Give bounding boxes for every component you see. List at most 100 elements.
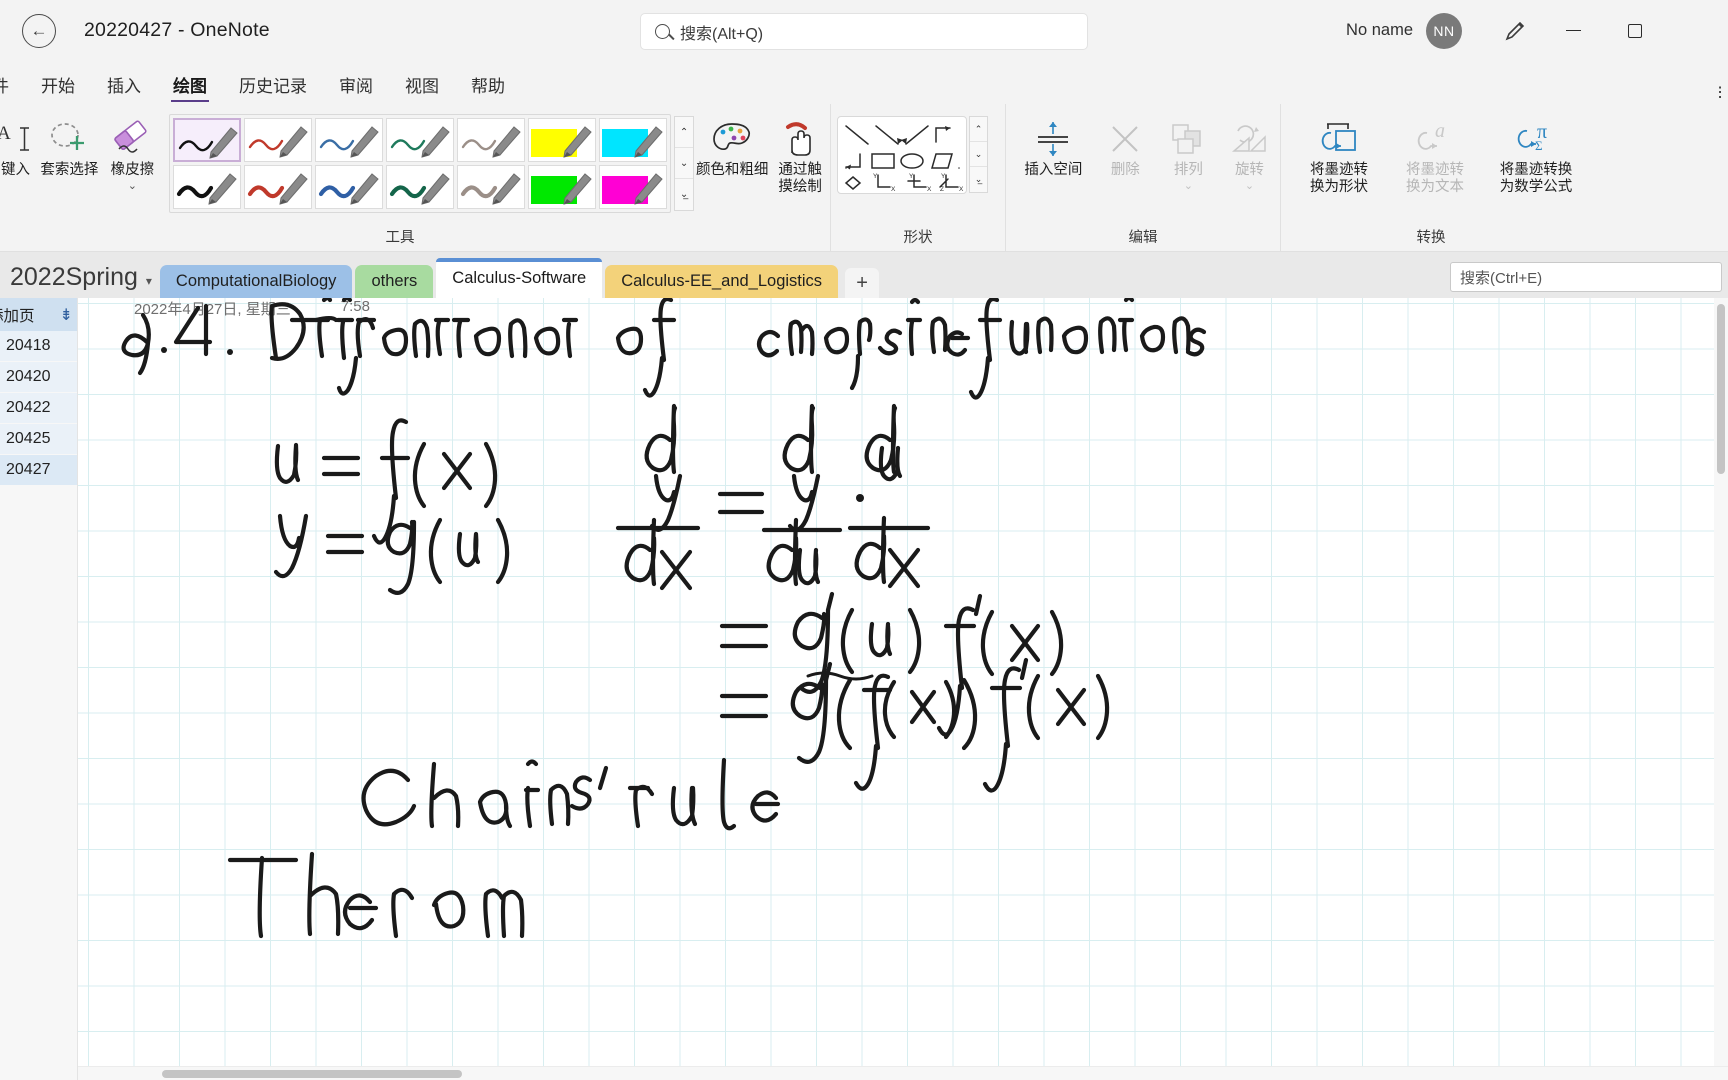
page-item-20427[interactable]: 20427: [0, 455, 77, 486]
eraser-button[interactable]: 橡皮擦 ⌄: [102, 108, 163, 192]
tab-history[interactable]: 历史记录: [223, 64, 323, 104]
touch-hand-icon: [777, 116, 823, 162]
highlighter-green[interactable]: [528, 165, 597, 209]
handwritten-ink: [121, 298, 1207, 939]
back-arrow-icon[interactable]: ←: [22, 13, 56, 48]
ribbon-group-edit: 插入空间 删除 排列 ⌄ 旋转 ⌄ 编辑: [1005, 104, 1280, 251]
rotate-button: 旋转 ⌄: [1219, 108, 1280, 192]
tab-help[interactable]: 帮助: [455, 64, 521, 104]
ink-to-text-icon: a: [1411, 116, 1459, 162]
search-icon: [655, 24, 670, 39]
section-search-input[interactable]: 搜索(Ctrl+E): [1450, 262, 1722, 292]
note-canvas[interactable]: 2022年4月27日, 星期三 7:58: [78, 298, 1728, 1080]
pen-black-thin[interactable]: [173, 118, 242, 162]
eraser-chevron-down-icon[interactable]: ⌄: [128, 180, 137, 193]
highlighter-yellow[interactable]: [528, 118, 597, 162]
pen-red-thin[interactable]: [244, 118, 313, 162]
pen-green-thick[interactable]: [386, 165, 455, 209]
lasso-select-label: 套索选择: [40, 162, 99, 178]
section-tab-computationalbiology[interactable]: ComputationalBiology: [159, 265, 353, 298]
pen-black-thick[interactable]: [173, 165, 242, 209]
page-item-20420[interactable]: 20420: [0, 362, 77, 393]
highlighter-magenta[interactable]: [599, 165, 668, 209]
page-item-20425[interactable]: 20425: [0, 424, 77, 455]
page-item-20422[interactable]: 20422: [0, 393, 77, 424]
ink-to-math-icon: π Σ: [1511, 116, 1561, 162]
pen-gray-thick[interactable]: [457, 165, 526, 209]
lasso-select-button[interactable]: 套索选择: [37, 108, 102, 179]
horizontal-scroll-thumb[interactable]: [162, 1070, 462, 1078]
maximize-button[interactable]: [1604, 0, 1666, 62]
pen-gallery-more-icon[interactable]: ⌄̲: [675, 179, 693, 210]
shapes-gallery-scrollbar[interactable]: ⌃ ⌄ ⌄̲: [969, 116, 988, 193]
group-label-tools: 工具: [385, 230, 415, 246]
title-bar-right: No name NN: [1346, 0, 1728, 61]
arrange-chevron-down-icon: ⌄: [1183, 179, 1193, 192]
tab-draw[interactable]: 绘图: [157, 64, 223, 104]
global-search-box[interactable]: 搜索(Alt+Q): [640, 13, 1088, 50]
pen-scroll-down-icon[interactable]: ⌄: [675, 148, 694, 179]
ink-to-math-button[interactable]: π Σ 将墨迹转换 为数学公式: [1483, 108, 1589, 195]
pen-blue-thin[interactable]: [315, 118, 384, 162]
pen-gray-thin[interactable]: [457, 118, 526, 162]
document-title: 20220427 - OneNote: [84, 19, 270, 41]
add-page-button[interactable]: 添加页 ⇟: [0, 298, 77, 331]
lasso-select-icon: [46, 116, 92, 162]
section-search-placeholder: 搜索(Ctrl+E): [1460, 269, 1543, 287]
pen-icon[interactable]: [1488, 18, 1542, 44]
pen-green-thin[interactable]: [386, 118, 455, 162]
pen-red-thick[interactable]: [244, 165, 313, 209]
delete-button: 删除: [1093, 108, 1158, 179]
page-list: 添加页 ⇟ 20418 20420 20422 20425 20427: [0, 298, 78, 1080]
horizontal-scrollbar[interactable]: [78, 1066, 1728, 1080]
text-cursor-icon: A: [0, 116, 36, 162]
shapes-scroll-up-icon[interactable]: ⌃: [970, 117, 987, 142]
insert-space-button[interactable]: 插入空间: [1014, 108, 1093, 179]
draw-with-touch-label-2: 摸绘制: [778, 178, 822, 195]
close-button[interactable]: [1666, 0, 1728, 62]
shapes-scroll-down-icon[interactable]: ⌄: [970, 142, 987, 167]
ink-to-shape-button[interactable]: 将墨迹转 换为形状: [1291, 108, 1387, 195]
draw-with-touch-button[interactable]: 通过触 摸绘制: [770, 108, 830, 195]
vertical-scrollbar[interactable]: [1714, 298, 1728, 1080]
add-section-button[interactable]: +: [845, 268, 880, 298]
ink-to-text-button: a 将墨迹转 换为文本: [1387, 108, 1483, 195]
insert-space-icon: [1031, 116, 1075, 162]
type-button[interactable]: A 键入: [0, 108, 37, 179]
delete-label: 删除: [1110, 162, 1140, 178]
tab-review[interactable]: 审阅: [323, 64, 389, 104]
ribbon-overflow-icon[interactable]: ⫶: [1718, 84, 1728, 104]
pen-blue-thick[interactable]: [315, 165, 384, 209]
svg-text:A: A: [0, 123, 11, 144]
ink-to-text-label-1: 将墨迹转: [1406, 162, 1464, 178]
vertical-scroll-thumb[interactable]: [1717, 304, 1725, 474]
svg-text:X: X: [927, 186, 932, 192]
page-item-20418[interactable]: 20418: [0, 331, 77, 362]
section-tab-calculus-software[interactable]: Calculus-Software: [436, 258, 603, 298]
ribbon-group-convert: 将墨迹转 换为形状 a 将墨迹转 换为文本 π Σ 将墨迹转换 为数学公式 转换: [1280, 104, 1728, 251]
tab-insert[interactable]: 插入: [91, 64, 157, 104]
color-and-thickness-label: 颜色和粗细: [695, 162, 769, 178]
shapes-gallery[interactable]: Y X Y X Y X Z: [837, 116, 967, 194]
pen-gallery-scrollbar[interactable]: ⌃ ⌄ ⌄̲: [674, 116, 695, 211]
ribbon: A 键入 套索选择 橡皮擦 ⌄ ⌃ ⌄ ⌄̲ 颜色和粗细 通过触 摸绘制 工具 …: [0, 104, 1728, 252]
notebook-selector[interactable]: 2022Spring ▾: [0, 263, 160, 298]
pen-scroll-up-icon[interactable]: ⌃: [675, 117, 694, 148]
color-and-thickness-button[interactable]: 颜色和粗细: [694, 108, 770, 179]
ink-to-shape-label-2: 换为形状: [1310, 178, 1368, 195]
tab-home[interactable]: 开始: [25, 64, 91, 104]
avatar[interactable]: NN: [1426, 12, 1462, 49]
highlighter-cyan[interactable]: [599, 118, 668, 162]
minimize-button[interactable]: [1542, 0, 1604, 62]
chevron-down-icon[interactable]: ▾: [146, 274, 152, 288]
tab-file[interactable]: 件: [0, 64, 25, 104]
add-page-label: 添加页: [0, 307, 35, 325]
section-tab-calculus-ee-and-logistics[interactable]: Calculus-EE_and_Logistics: [605, 265, 839, 298]
sort-icon[interactable]: ⇟: [60, 305, 73, 325]
ribbon-group-tools: A 键入 套索选择 橡皮擦 ⌄ ⌃ ⌄ ⌄̲ 颜色和粗细 通过触 摸绘制 工具: [0, 104, 830, 251]
tab-view[interactable]: 视图: [389, 64, 455, 104]
shapes-gallery-more-icon[interactable]: ⌄̲: [970, 167, 987, 192]
group-label-edit: 编辑: [1128, 230, 1158, 246]
main-area: 添加页 ⇟ 20418 20420 20422 20425 20427 2022…: [0, 298, 1728, 1080]
section-tab-others[interactable]: others: [355, 265, 434, 298]
